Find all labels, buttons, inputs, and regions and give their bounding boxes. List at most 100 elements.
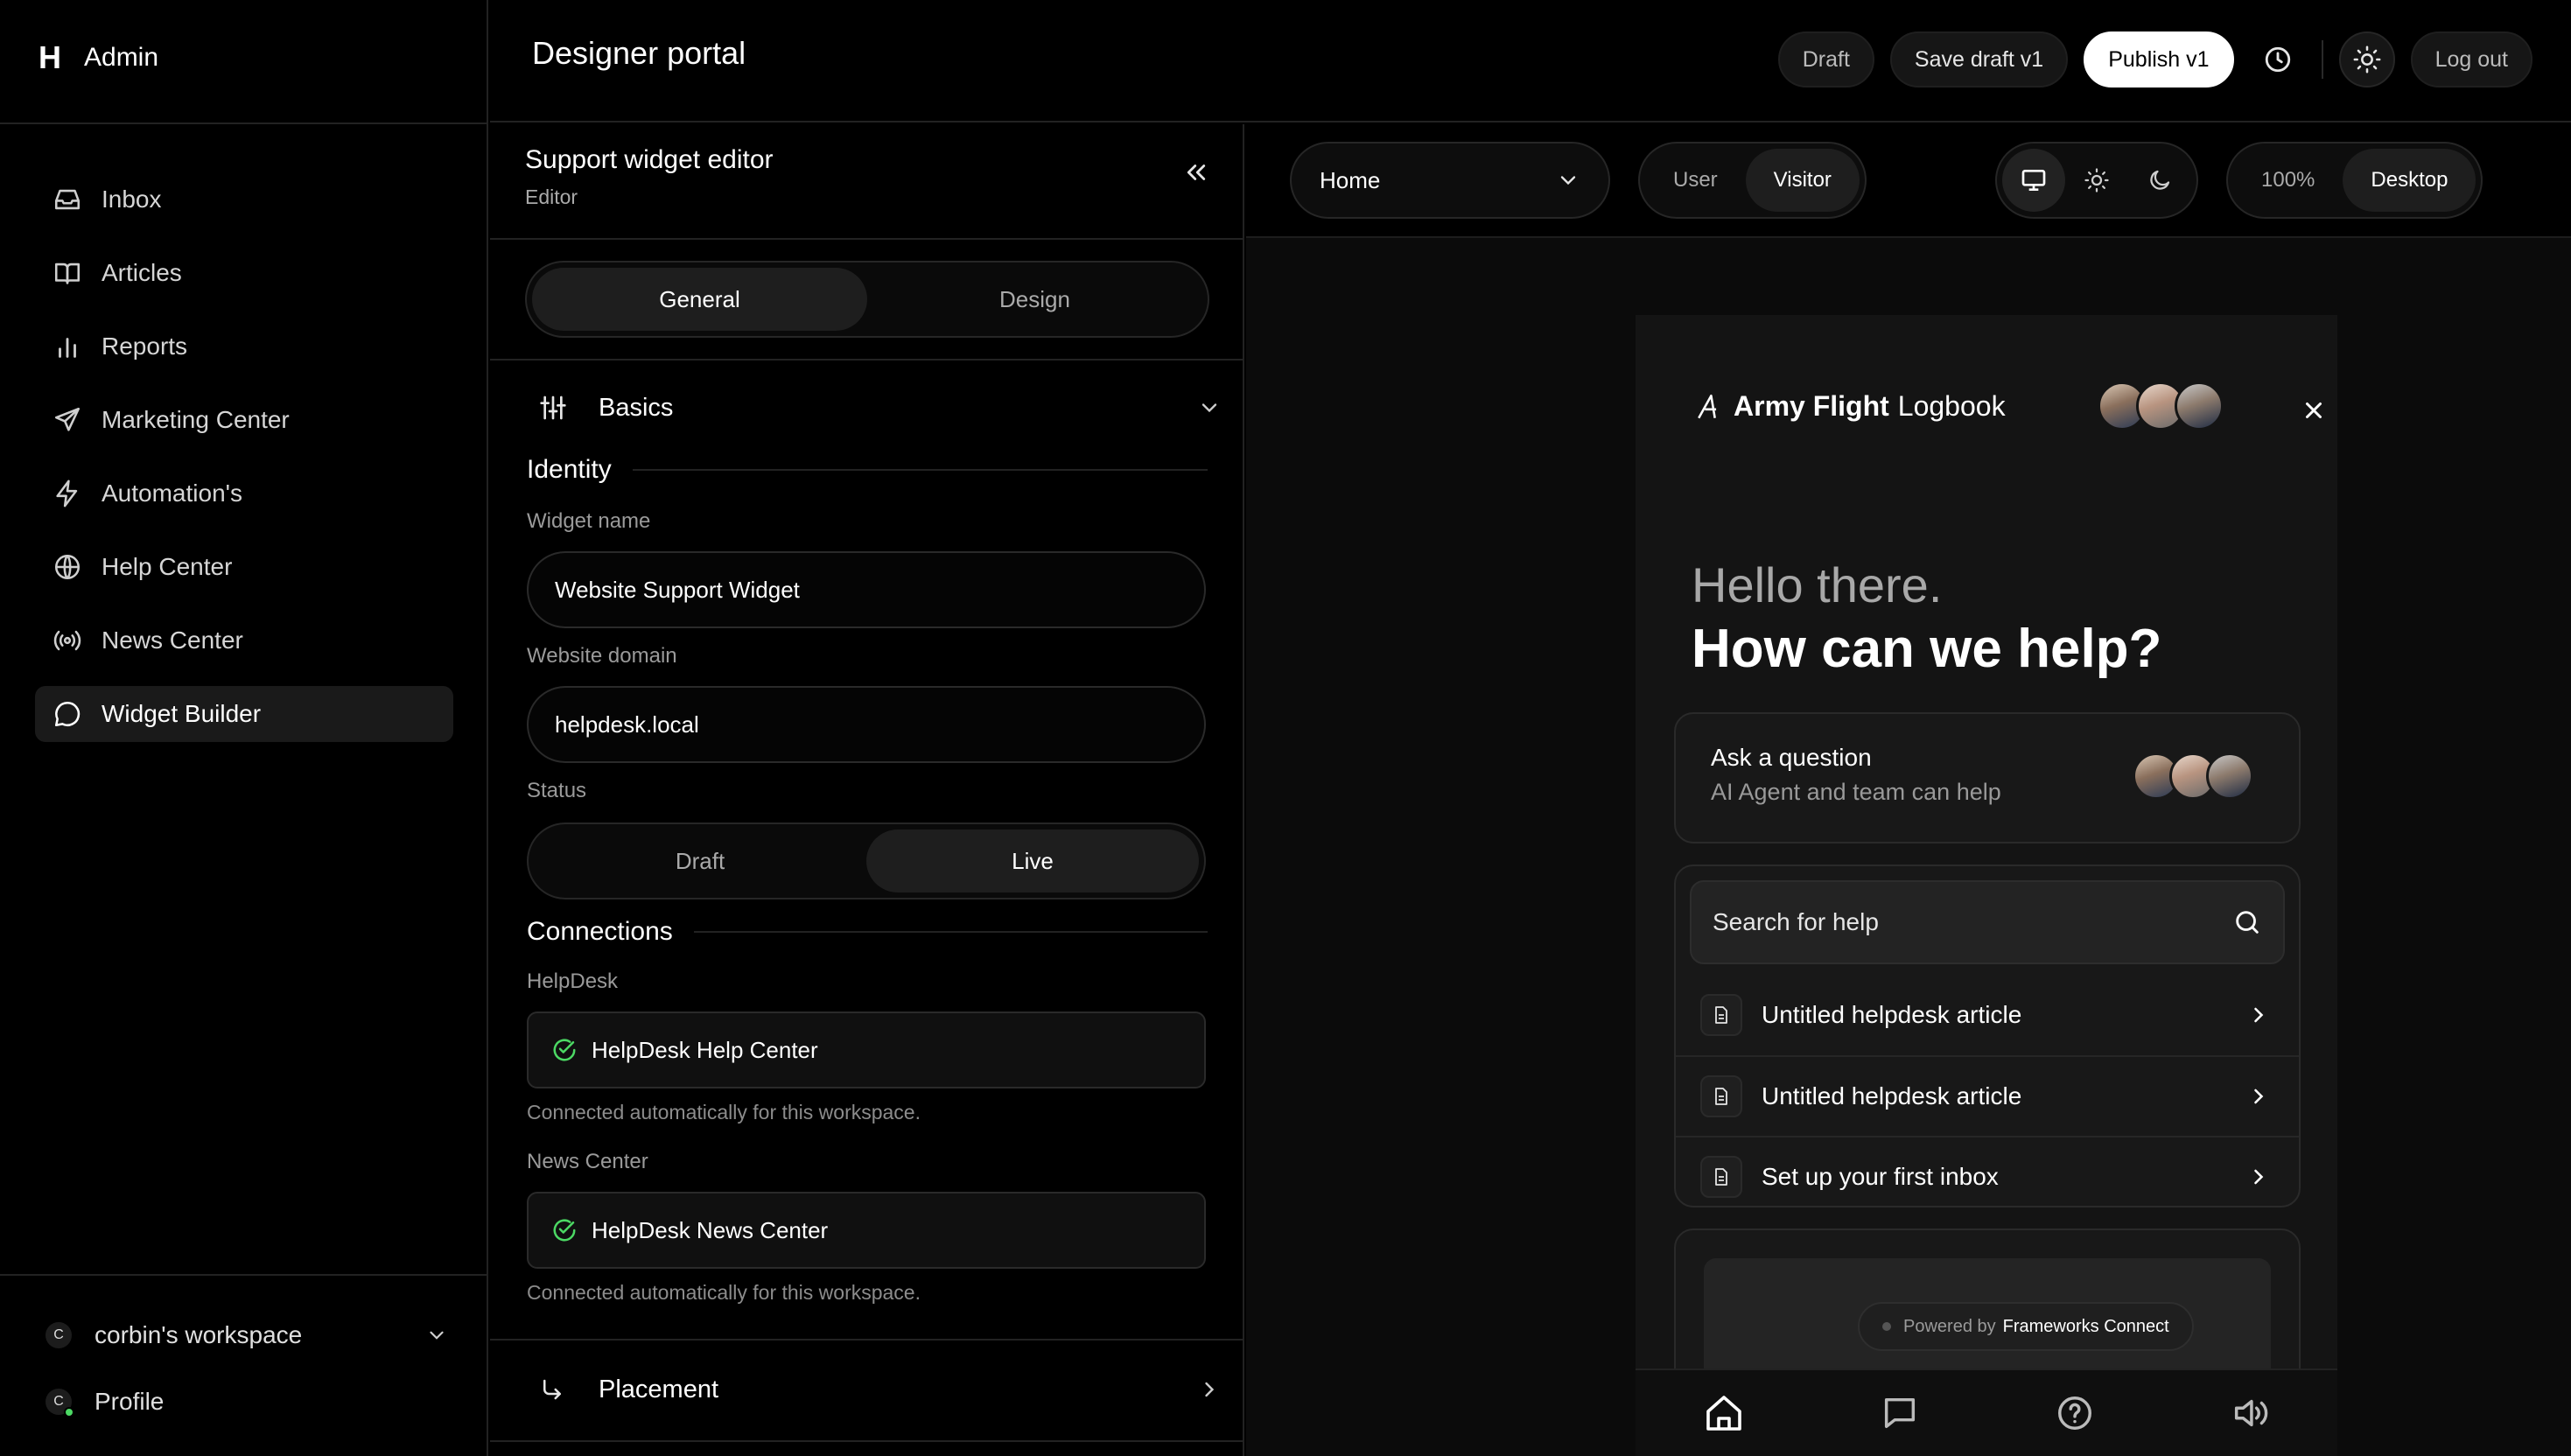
close-icon bbox=[2301, 397, 2327, 424]
device-desktop-option[interactable]: Desktop bbox=[2343, 149, 2476, 212]
widget-name-input[interactable]: Website Support Widget bbox=[527, 551, 1206, 628]
home-icon[interactable] bbox=[1703, 1392, 1745, 1434]
placement-section-header[interactable]: Placement bbox=[539, 1365, 1222, 1414]
workspace-switcher[interactable]: C corbin's workspace bbox=[46, 1316, 448, 1354]
widget-name-label: Widget name bbox=[527, 509, 651, 533]
ask-question-card[interactable]: Ask a question AI Agent and team can hel… bbox=[1674, 712, 2301, 844]
tab-general[interactable]: General bbox=[532, 268, 867, 331]
theme-toggle-button[interactable] bbox=[2338, 32, 2395, 88]
history-button[interactable] bbox=[2250, 32, 2306, 88]
dark-mode-button[interactable] bbox=[2128, 149, 2191, 212]
workspace-avatar: C bbox=[46, 1322, 72, 1348]
powered-dot bbox=[1882, 1322, 1891, 1331]
status-draft-option[interactable]: Draft bbox=[534, 830, 866, 892]
basics-label: Basics bbox=[599, 393, 674, 422]
profile-link[interactable]: C Profile bbox=[46, 1382, 448, 1421]
ask-question-title: Ask a question bbox=[1711, 744, 1872, 771]
logout-button[interactable]: Log out bbox=[2410, 32, 2532, 88]
status-live-option[interactable]: Live bbox=[866, 830, 1199, 892]
news-center-connection-name: HelpDesk News Center bbox=[592, 1216, 829, 1243]
corner-down-right-icon bbox=[539, 1376, 571, 1403]
logo-text-light: Logbook bbox=[1897, 390, 2006, 422]
save-draft-button[interactable]: Save draft v1 bbox=[1889, 32, 2069, 88]
editor-tabs: General Design bbox=[525, 261, 1209, 338]
bolt-icon bbox=[53, 479, 82, 508]
sidebar: H Admin Inbox Articles Reports Marketing… bbox=[0, 0, 488, 1456]
desktop-view-button[interactable] bbox=[2002, 149, 2065, 212]
collapse-panel-button[interactable] bbox=[1183, 159, 1209, 186]
article-link[interactable]: Untitled helpdesk article bbox=[1676, 975, 2299, 1055]
article-link[interactable]: Untitled helpdesk article bbox=[1676, 1055, 2299, 1136]
help-search-input[interactable]: Search for help bbox=[1690, 880, 2285, 964]
search-icon bbox=[2232, 907, 2262, 937]
widget-bottom-nav bbox=[1636, 1368, 2337, 1456]
sun-icon bbox=[2352, 45, 2382, 74]
speaker-icon[interactable] bbox=[2230, 1393, 2270, 1433]
sidebar-item-label: Reports bbox=[102, 332, 188, 360]
sidebar-item-label: Widget Builder bbox=[102, 700, 262, 727]
basics-section-header[interactable]: Basics bbox=[539, 383, 1222, 432]
audience-user-option[interactable]: User bbox=[1645, 149, 1746, 212]
tab-design[interactable]: Design bbox=[867, 268, 1202, 331]
inbox-icon bbox=[53, 185, 82, 214]
preview-area: Home User Visitor 100% Desktop Army Flig… bbox=[1246, 124, 2571, 1456]
profile-label: Profile bbox=[95, 1388, 165, 1415]
help-icon[interactable] bbox=[2055, 1393, 2095, 1433]
sidebar-item-news-center[interactable]: News Center bbox=[35, 612, 453, 668]
monitor-icon bbox=[2020, 166, 2048, 194]
greeting-line-2: How can we help? bbox=[1692, 619, 2162, 679]
top-header: Designer portal Draft Save draft v1 Publ… bbox=[490, 0, 2571, 122]
team-avatars bbox=[2133, 752, 2253, 800]
check-circle-icon bbox=[551, 1217, 578, 1243]
draft-status-button[interactable]: Draft bbox=[1777, 32, 1874, 88]
chevron-right-icon bbox=[2246, 1003, 2271, 1027]
sidebar-item-label: Help Center bbox=[102, 553, 233, 580]
sidebar-item-automations[interactable]: Automation's bbox=[35, 466, 453, 522]
sidebar-item-marketing-center[interactable]: Marketing Center bbox=[35, 392, 453, 448]
page-select[interactable]: Home bbox=[1290, 142, 1610, 219]
sidebar-item-inbox[interactable]: Inbox bbox=[35, 172, 453, 228]
chevron-down-icon bbox=[425, 1324, 448, 1347]
sidebar-footer-divider bbox=[0, 1274, 488, 1276]
header-separator bbox=[2321, 40, 2323, 79]
clock-icon bbox=[2263, 45, 2293, 74]
sidebar-item-reports[interactable]: Reports bbox=[35, 318, 453, 374]
article-link[interactable]: Set up your first inbox bbox=[1676, 1136, 2299, 1216]
sidebar-divider bbox=[0, 122, 488, 124]
status-toggle: Draft Live bbox=[527, 822, 1206, 900]
editor-divider bbox=[490, 1339, 1243, 1340]
light-mode-button[interactable] bbox=[2065, 149, 2128, 212]
widget-close-button[interactable] bbox=[2301, 397, 2327, 424]
logo-text-bold: Army Flight bbox=[1734, 390, 1889, 422]
publish-button[interactable]: Publish v1 bbox=[2084, 32, 2234, 88]
sliders-icon bbox=[539, 394, 571, 422]
brand[interactable]: H Admin bbox=[39, 38, 158, 77]
group-divider bbox=[632, 469, 1208, 471]
book-icon bbox=[53, 258, 82, 288]
greeting-line-1: Hello there. bbox=[1692, 557, 1943, 612]
messages-icon[interactable] bbox=[1880, 1393, 1920, 1433]
zoom-level[interactable]: 100% bbox=[2233, 149, 2343, 212]
news-center-connection: HelpDesk News Center bbox=[527, 1192, 1206, 1269]
website-domain-label: Website domain bbox=[527, 644, 677, 668]
audience-visitor-option[interactable]: Visitor bbox=[1745, 149, 1860, 212]
article-title: Untitled helpdesk article bbox=[1762, 1001, 2022, 1028]
powered-by-badge[interactable]: Powered by Frameworks Connect bbox=[1858, 1302, 2194, 1351]
editor-divider bbox=[490, 238, 1243, 240]
sidebar-item-articles[interactable]: Articles bbox=[35, 245, 453, 301]
identity-group-title: Identity bbox=[527, 455, 1208, 485]
sidebar-nav: Inbox Articles Reports Marketing Center … bbox=[35, 172, 453, 760]
audience-toggle: User Visitor bbox=[1638, 142, 1867, 219]
header-actions: Draft Save draft v1 Publish v1 Log out bbox=[1777, 32, 2532, 88]
sidebar-item-widget-builder[interactable]: Widget Builder bbox=[35, 686, 453, 742]
editor-title: Support widget editor bbox=[525, 145, 774, 174]
logo-mark-icon bbox=[1695, 392, 1725, 422]
globe-icon bbox=[53, 552, 82, 582]
connections-title: Connections bbox=[527, 917, 673, 946]
sidebar-item-help-center[interactable]: Help Center bbox=[35, 539, 453, 595]
sidebar-item-label: Inbox bbox=[102, 186, 162, 213]
status-label: Status bbox=[527, 779, 587, 802]
editor-divider bbox=[490, 359, 1243, 360]
profile-avatar: C bbox=[46, 1389, 74, 1418]
website-domain-input[interactable]: helpdesk.local bbox=[527, 686, 1206, 763]
